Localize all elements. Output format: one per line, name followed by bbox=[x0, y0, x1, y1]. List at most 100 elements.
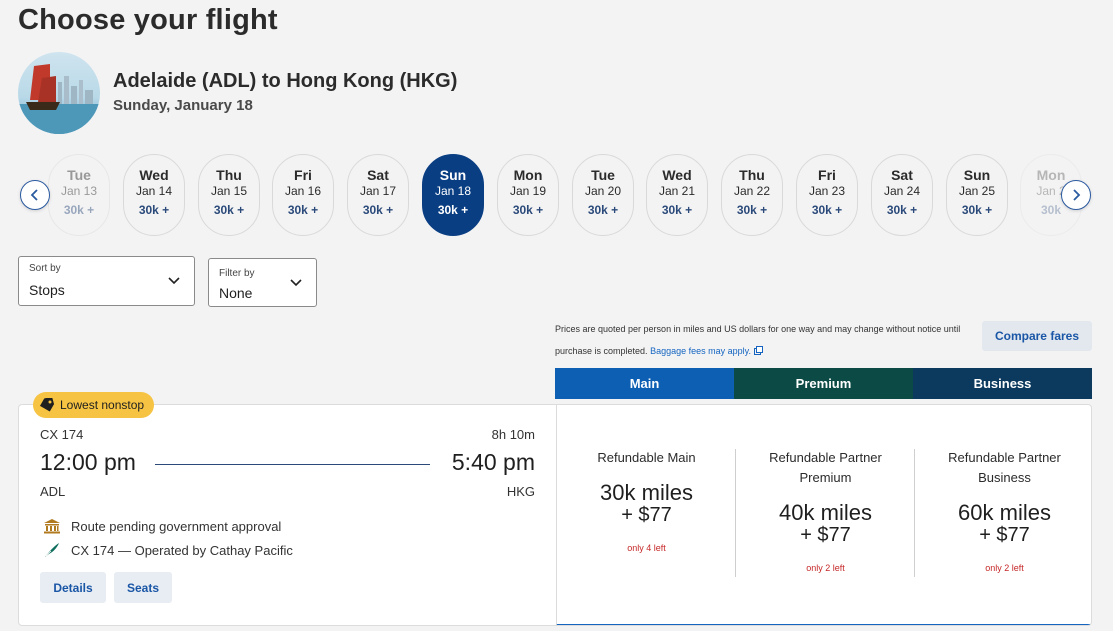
sort-select[interactable]: Sort by Stops bbox=[18, 256, 195, 306]
date-weekday: Fri bbox=[818, 167, 836, 183]
arrival-time: 5:40 pm bbox=[451, 449, 535, 475]
date-day: Jan 13 bbox=[60, 184, 98, 198]
cathay-pacific-logo-icon bbox=[45, 543, 59, 557]
lowest-nonstop-badge: Lowest nonstop bbox=[33, 392, 155, 418]
date-price: 30k + bbox=[961, 203, 993, 217]
external-link-icon bbox=[753, 346, 763, 355]
note-operated-text: CX 174 — Operated by Cathay Pacific bbox=[71, 542, 293, 558]
fare-miles: 60k miles bbox=[958, 500, 1051, 525]
date-day: Jan 23 bbox=[808, 184, 846, 198]
date-option[interactable]: Wed Jan 14 30k + bbox=[123, 154, 185, 236]
date-option[interactable]: Fri Jan 16 30k + bbox=[272, 154, 334, 236]
fare-name: Refundable Partner Business bbox=[948, 450, 1061, 485]
date-price: 30k + bbox=[661, 203, 693, 217]
date-price: 30k + bbox=[736, 203, 768, 217]
flight-duration: 8h 10m bbox=[491, 427, 535, 442]
date-option[interactable]: Thu Jan 22 30k + bbox=[721, 154, 783, 236]
date-weekday: Sat bbox=[891, 167, 913, 183]
tab-main[interactable]: Main bbox=[555, 368, 734, 399]
chevron-right-icon bbox=[1073, 189, 1081, 201]
tag-icon bbox=[39, 398, 55, 412]
fare-refundable-partner-business[interactable]: Refundable Partner Business 60k miles + … bbox=[915, 405, 1091, 625]
baggage-fees-link[interactable]: Baggage fees may apply. bbox=[650, 346, 751, 356]
date-day: Jan 14 bbox=[135, 184, 173, 198]
date-weekday: Sun bbox=[439, 167, 467, 183]
date-option[interactable]: Thu Jan 15 30k + bbox=[198, 154, 260, 236]
fare-options: Refundable Main 30k miles + $77 only 4 l… bbox=[556, 405, 1091, 625]
date-day: Jan 21 bbox=[658, 184, 696, 198]
route-date: Sunday, January 18 bbox=[113, 97, 253, 114]
date-price: 30k + bbox=[63, 203, 95, 217]
date-day: Jan 16 bbox=[284, 184, 322, 198]
fare-miles: 40k miles bbox=[779, 500, 872, 525]
date-price: 30k + bbox=[811, 203, 843, 217]
date-weekday: Mon bbox=[513, 167, 543, 183]
flight-details: CX 174 8h 10m 12:00 pm 5:40 pm ADL HKG R… bbox=[19, 405, 556, 625]
details-button[interactable]: Details bbox=[40, 572, 106, 603]
date-option[interactable]: Sat Jan 24 30k + bbox=[871, 154, 933, 236]
date-day: Jan 18 bbox=[434, 184, 472, 198]
tab-premium[interactable]: Premium bbox=[734, 368, 913, 399]
date-weekday: Tue bbox=[591, 167, 615, 183]
chevron-down-icon bbox=[290, 279, 302, 287]
operated-by-note: CX 174 — Operated by Cathay Pacific bbox=[43, 542, 293, 558]
tab-business[interactable]: Business bbox=[913, 368, 1092, 399]
page-title: Choose your flight bbox=[18, 4, 278, 36]
filter-value: None bbox=[219, 285, 253, 301]
fare-seats-left: only 2 left bbox=[806, 563, 845, 573]
date-price: 30k + bbox=[886, 203, 918, 217]
flight-number: CX 174 bbox=[40, 427, 84, 442]
filter-label: Filter by bbox=[219, 268, 255, 279]
filter-select[interactable]: Filter by None bbox=[208, 258, 317, 307]
chevron-left-icon bbox=[30, 189, 38, 201]
date-day: Jan 15 bbox=[210, 184, 248, 198]
date-day: Jan 24 bbox=[883, 184, 921, 198]
price-notice: Prices are quoted per person in miles an… bbox=[555, 318, 975, 362]
date-price: 30k + bbox=[362, 203, 394, 217]
date-price: 30k + bbox=[512, 203, 544, 217]
flight-card: CX 174 8h 10m 12:00 pm 5:40 pm ADL HKG R… bbox=[18, 404, 1092, 626]
chevron-down-icon bbox=[168, 277, 180, 285]
fare-cash: + $77 bbox=[621, 504, 672, 526]
date-day: Jan 17 bbox=[359, 184, 397, 198]
date-day: Jan 19 bbox=[509, 184, 547, 198]
fare-refundable-partner-premium[interactable]: Refundable Partner Premium 40k miles + $… bbox=[736, 405, 915, 625]
compare-fares-button[interactable]: Compare fares bbox=[982, 321, 1092, 351]
date-option[interactable]: Wed Jan 21 30k + bbox=[646, 154, 708, 236]
date-option[interactable]: Sun Jan 18 30k + bbox=[422, 154, 484, 236]
next-dates-button[interactable] bbox=[1061, 180, 1091, 210]
date-weekday: Wed bbox=[139, 167, 169, 183]
date-day: Jan 25 bbox=[958, 184, 996, 198]
government-building-icon bbox=[44, 519, 60, 534]
route-approval-note: Route pending government approval bbox=[43, 518, 281, 534]
sort-label: Sort by bbox=[29, 263, 61, 274]
departure-code: ADL bbox=[40, 484, 66, 499]
date-weekday: Wed bbox=[662, 167, 692, 183]
date-weekday: Sun bbox=[963, 167, 991, 183]
date-weekday: Fri bbox=[294, 167, 312, 183]
note-approval-text: Route pending government approval bbox=[71, 518, 282, 534]
date-weekday: Sat bbox=[367, 167, 389, 183]
fare-name: Refundable Partner Premium bbox=[769, 450, 882, 485]
fare-cash: + $77 bbox=[800, 524, 851, 546]
date-price: 30k + bbox=[213, 203, 245, 217]
fare-refundable-main[interactable]: Refundable Main 30k miles + $77 only 4 l… bbox=[557, 405, 736, 625]
date-day: Jan 20 bbox=[584, 184, 622, 198]
date-day: Jan 22 bbox=[733, 184, 771, 198]
destination-photo bbox=[18, 52, 100, 134]
fare-seats-left: only 2 left bbox=[985, 563, 1024, 573]
date-price: 30k + bbox=[138, 203, 170, 217]
date-option[interactable]: Sat Jan 17 30k + bbox=[347, 154, 409, 236]
date-option[interactable]: Sun Jan 25 30k + bbox=[946, 154, 1008, 236]
prev-dates-button[interactable] bbox=[20, 180, 50, 210]
date-option[interactable]: Mon Jan 19 30k + bbox=[497, 154, 559, 236]
date-price: 30k + bbox=[437, 203, 469, 217]
sort-value: Stops bbox=[29, 282, 65, 298]
date-option[interactable]: Fri Jan 23 30k + bbox=[796, 154, 858, 236]
date-weekday: Tue bbox=[67, 167, 91, 183]
fare-seats-left: only 4 left bbox=[627, 543, 666, 553]
date-option[interactable]: Tue Jan 13 30k + bbox=[48, 154, 110, 236]
seats-button[interactable]: Seats bbox=[114, 572, 172, 603]
date-option[interactable]: Tue Jan 20 30k + bbox=[572, 154, 634, 236]
date-price: 30k + bbox=[287, 203, 319, 217]
